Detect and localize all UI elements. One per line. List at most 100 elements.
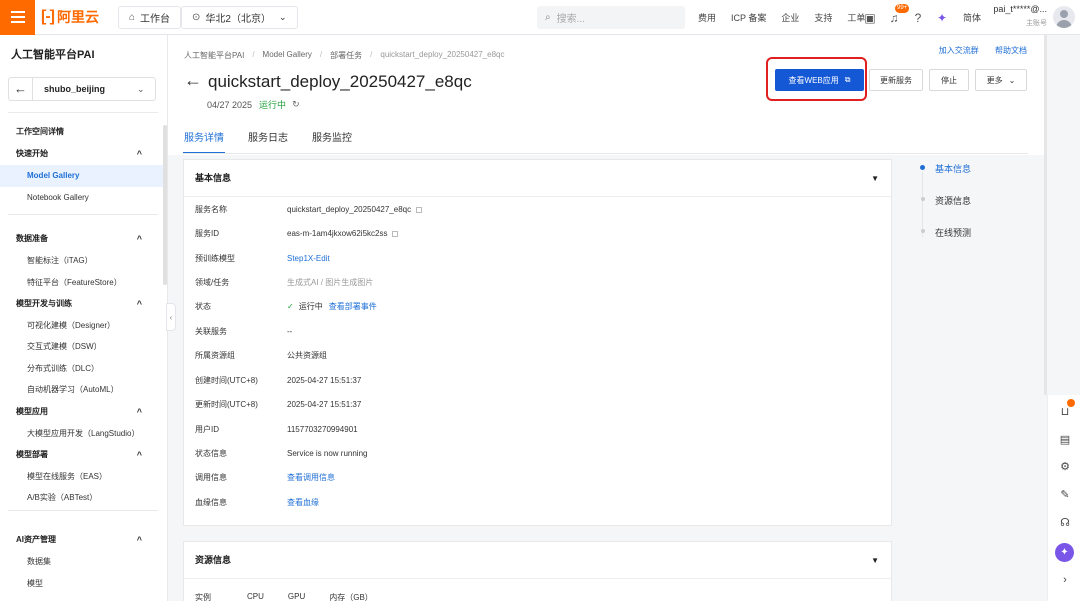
chevron-up-icon[interactable]: ^	[137, 293, 142, 315]
sidebar-item-label: 模型在线服务（EAS）	[27, 472, 108, 481]
info-text: 生成式AI / 图片生成图片	[287, 278, 374, 287]
sidebar-item[interactable]: 模型开发与训练 ^	[0, 293, 166, 315]
sidebar-item[interactable]: Notebook Gallery	[0, 187, 166, 209]
edit-icon[interactable]: ✎	[1058, 487, 1072, 501]
refresh-icon[interactable]: ↻	[292, 99, 300, 110]
stop-button[interactable]: 停止	[929, 69, 969, 91]
breadcrumb-pai[interactable]: 人工智能平台PAI	[184, 50, 244, 61]
copy-icon[interactable]	[392, 230, 399, 237]
sidebar-item-label: 智能标注（iTAG）	[27, 256, 93, 265]
sidebar-item[interactable]: 分布式训练（DLC）	[0, 358, 166, 380]
language-selector[interactable]: 简体	[963, 11, 981, 24]
sidebar-item-label: 工作空间详情	[16, 127, 64, 136]
ai-assistant-icon[interactable]: ✦	[1055, 543, 1074, 562]
anchor-resource-info[interactable]: 资源信息	[920, 194, 971, 207]
collapse-sidebar-button[interactable]: ‹	[166, 303, 176, 331]
breadcrumb-model-gallery[interactable]: Model Gallery	[263, 50, 312, 61]
sidebar-item[interactable]: 模型应用 ^	[0, 401, 166, 423]
sidebar-item[interactable]: 自动机器学习（AutoML）	[0, 379, 166, 401]
help-docs-link[interactable]: 帮助文档	[995, 46, 1027, 55]
help-icon[interactable]: ?	[911, 11, 925, 25]
menu-icon[interactable]	[0, 0, 35, 35]
sidebar-item[interactable]: 工作空间详情	[0, 121, 166, 143]
join-group-link[interactable]: 加入交流群	[939, 46, 979, 55]
chevron-up-icon[interactable]: ^	[137, 444, 142, 466]
sidebar-item-label: 模型	[27, 579, 43, 588]
main-scrollbar[interactable]	[1044, 35, 1047, 395]
sidebar-item-label: 模型开发与训练	[16, 299, 72, 308]
sidebar-item[interactable]: 智能标注（iTAG）	[0, 250, 166, 272]
info-label: 服务ID	[195, 229, 219, 238]
resource-info-header[interactable]: 资源信息 ▼	[184, 542, 891, 579]
bell-icon[interactable]: ♫ 99+	[887, 3, 910, 25]
sidebar-item[interactable]: 特征平台（FeatureStore）	[0, 272, 166, 294]
screen-icon[interactable]: ▣	[863, 11, 877, 25]
sidebar-item[interactable]: 快速开始 ^	[0, 143, 166, 165]
sidebar-item[interactable]: 数据集	[0, 551, 166, 573]
basic-info-header[interactable]: 基本信息 ▼	[184, 160, 891, 197]
link-billing[interactable]: 费用	[698, 11, 716, 24]
link-icp[interactable]: ICP 备案	[731, 11, 766, 24]
aliyun-logo[interactable]: [-] 阿里云	[41, 7, 99, 27]
info-link[interactable]: 查看血缘	[287, 498, 319, 507]
info-link[interactable]: 查看调用信息	[287, 473, 335, 482]
info-label: 所属资源组	[195, 351, 235, 360]
external-link-icon: ⧉	[844, 75, 851, 84]
tab-service-log[interactable]: 服务日志	[247, 127, 289, 154]
cart-icon[interactable]: ⊔	[1058, 399, 1075, 418]
view-deploy-events-link[interactable]: 查看部署事件	[329, 302, 377, 311]
chevron-up-icon[interactable]: ^	[137, 529, 142, 551]
breadcrumb-deploy-tasks[interactable]: 部署任务	[330, 50, 362, 61]
info-text: Service is now running	[287, 449, 368, 458]
tab-service-monitor[interactable]: 服务监控	[311, 127, 353, 154]
copy-icon[interactable]	[416, 206, 423, 213]
tab-service-detail[interactable]: 服务详情	[183, 127, 225, 154]
info-value: ✓ 运行中 查看部署事件	[287, 299, 687, 315]
link-enterprise[interactable]: 企业	[781, 11, 799, 24]
chevron-up-icon[interactable]: ^	[137, 228, 142, 250]
info-link[interactable]: Step1X-Edit	[287, 254, 330, 263]
anchor-basic-info[interactable]: 基本信息	[920, 162, 971, 175]
headset-icon[interactable]: ☊	[1058, 515, 1072, 529]
sidebar-item[interactable]: 交互式建模（DSW）	[0, 336, 166, 358]
collapse-triangle-icon[interactable]: ▼	[871, 542, 879, 579]
view-web-app-button[interactable]: 查看WEB应用 ⧉	[775, 69, 864, 91]
info-text: 2025-04-27 15:51:37	[287, 376, 362, 385]
sidebar-item[interactable]: 大模型应用开发（LangStudio）	[0, 423, 166, 445]
sidebar-item[interactable]: 可视化建模（Designer）	[0, 315, 166, 337]
account-role: 主账号	[1026, 20, 1047, 27]
avatar[interactable]	[1053, 6, 1075, 28]
workspace-selector[interactable]: ← shubo_beijing ⌄	[8, 77, 156, 101]
back-arrow-icon[interactable]: ←	[184, 70, 202, 91]
right-toolbar: ⊔ ▤ ⚙ ✎ ☊ ✦ ›	[1047, 395, 1080, 601]
collapse-triangle-icon[interactable]: ▼	[871, 160, 879, 197]
chevron-right-icon[interactable]: ›	[1058, 573, 1072, 587]
sidebar-item[interactable]: AI资产管理 ^	[0, 529, 166, 551]
settings-icon[interactable]: ⚙	[1058, 459, 1072, 473]
chevron-up-icon[interactable]: ^	[137, 143, 142, 165]
link-support[interactable]: 支持	[814, 11, 832, 24]
sidebar-item[interactable]: 模型部署 ^	[0, 444, 166, 466]
workspace-name: shubo_beijing	[44, 84, 106, 94]
search-input[interactable]: ⌕ 搜索...	[537, 6, 685, 29]
chevron-up-icon[interactable]: ^	[137, 401, 142, 423]
account-info[interactable]: pai_t*****@... 主账号	[993, 4, 1047, 28]
sidebar-item[interactable]: 模型	[0, 573, 166, 595]
anchor-online-predict[interactable]: 在线预测	[920, 226, 971, 239]
sidebar-scrollbar[interactable]	[163, 125, 167, 285]
info-value: 公共资源组	[287, 348, 687, 364]
document-icon[interactable]: ▤	[1058, 432, 1072, 446]
info-value: quickstart_deploy_20250427_e8qc	[287, 202, 687, 218]
sidebar-item[interactable]: 数据准备 ^	[0, 228, 166, 250]
arrow-left-icon[interactable]: ←	[9, 78, 33, 100]
workbench-button[interactable]: ⌂ 工作台	[118, 6, 182, 29]
sidebar-item[interactable]: 模型在线服务（EAS）	[0, 466, 166, 488]
ai-assistant-icon[interactable]: ✦	[935, 11, 949, 25]
cart-badge	[1067, 399, 1075, 407]
region-selector[interactable]: ⊙ 华北2（北京） ⌄	[181, 6, 298, 29]
update-service-button[interactable]: 更新服务	[869, 69, 923, 91]
sidebar-item[interactable]: Model Gallery	[0, 165, 166, 187]
more-button[interactable]: 更多 ⌄	[975, 69, 1027, 91]
sidebar-item[interactable]: A/B实验（ABTest）	[0, 487, 166, 509]
info-label: 关联服务	[195, 327, 227, 336]
